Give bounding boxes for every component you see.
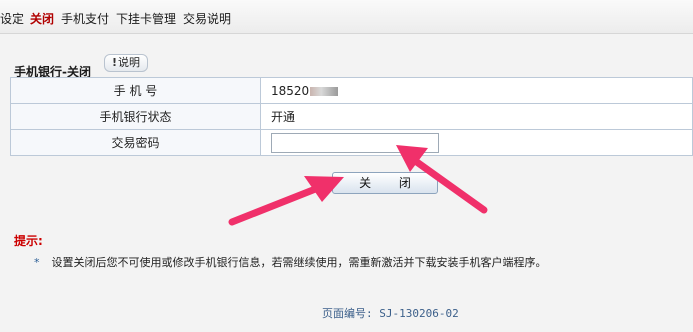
help-button[interactable]: !说明: [104, 54, 148, 72]
tip-title: 提示:: [14, 234, 43, 248]
page-id: 页面编号: SJ-130206-02: [322, 307, 459, 320]
masked-digits: [310, 86, 339, 96]
nav-item-close[interactable]: 关闭: [30, 10, 54, 27]
password-input[interactable]: [271, 132, 439, 153]
tip-text: 设置关闭后您不可使用或修改手机银行信息，若需继续使用，需重新激活并下载安装手机客…: [51, 256, 547, 269]
table-row: 交易密码: [10, 129, 693, 156]
password-label: 交易密码: [10, 129, 261, 156]
nav-item-linked-card[interactable]: 下挂卡管理: [116, 10, 176, 27]
annotation-arrows: [228, 145, 488, 226]
tip-line: * 设置关闭后您不可使用或修改手机银行信息，若需继续使用，需重新激活并下载安装手机…: [34, 254, 547, 270]
close-mobile-banking-form: 手 机 号 18520 手机银行状态 开通 交易密码: [10, 77, 693, 156]
table-row: 手 机 号 18520: [10, 77, 693, 104]
nav-item-transaction-help[interactable]: 交易说明: [183, 10, 231, 27]
nav-item-mobile-pay[interactable]: 手机支付: [61, 10, 109, 27]
nav-item-settings[interactable]: 设定: [0, 10, 24, 27]
table-row: 手机银行状态 开通: [10, 103, 693, 130]
close-button[interactable]: 关 闭: [332, 172, 438, 194]
arrow-to-close-button: [228, 176, 344, 226]
phone-value-cell: 18520: [260, 77, 693, 104]
status-label: 手机银行状态: [10, 103, 261, 130]
phone-label: 手 机 号: [10, 77, 261, 104]
password-cell: [260, 129, 693, 156]
bullet-icon: *: [34, 256, 40, 269]
top-nav: 设定 关闭 手机支付 下挂卡管理 交易说明: [0, 0, 693, 34]
status-value: 开通: [260, 103, 693, 130]
help-label: 说明: [118, 56, 141, 69]
phone-value: 18520: [271, 83, 310, 98]
info-icon: !: [111, 56, 118, 69]
